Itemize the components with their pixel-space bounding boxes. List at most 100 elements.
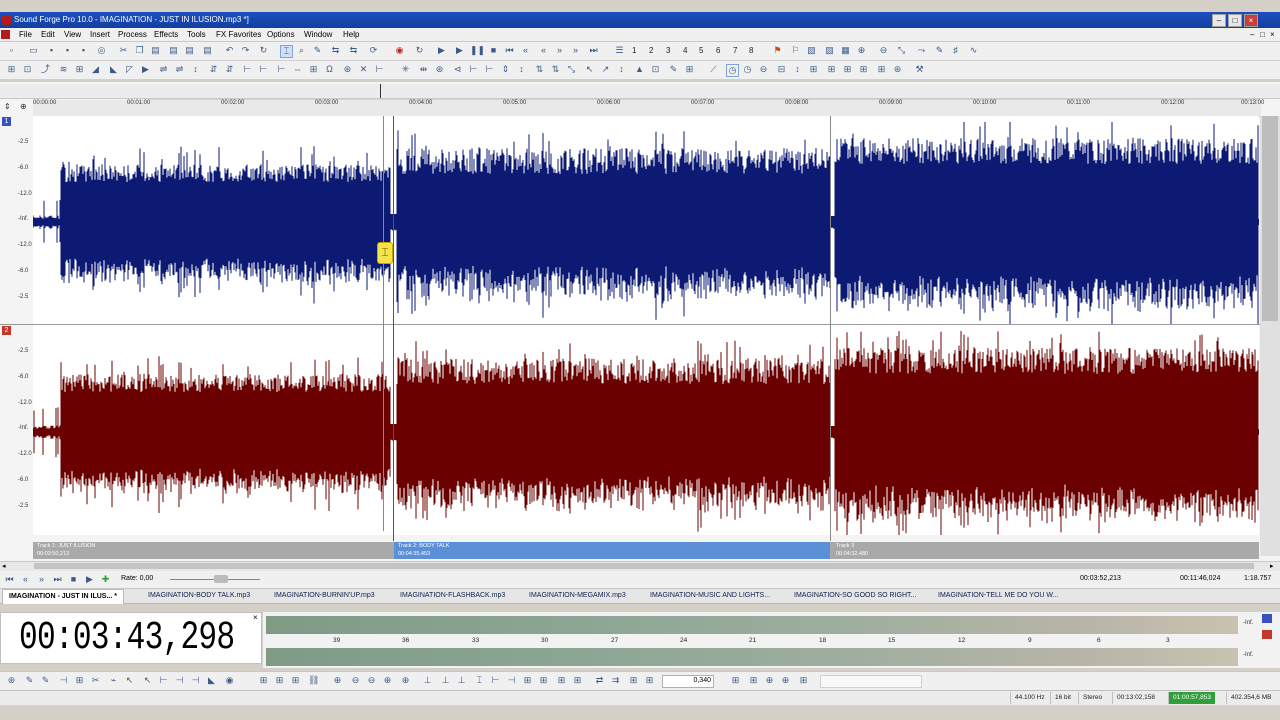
open-icon[interactable]: ⊕ [780,675,791,686]
tab-document[interactable]: IMAGINATION-BURNIN'UP.mp3 [268,589,381,603]
scissors-icon[interactable]: ✂ [90,675,101,686]
regions-bar[interactable]: Track 1: JUST ILUSION 00:03:50,213 Track… [33,542,1259,559]
selection-icon[interactable]: ▧ [806,45,817,56]
mix-icon[interactable]: ▤ [168,45,179,56]
scrub-icon[interactable]: ✚ [100,574,111,585]
pause-icon[interactable]: ❚❚ [470,45,485,56]
shift-icon[interactable]: ⇉ [610,675,621,686]
zoom-out-icon[interactable]: ⊖ [878,45,889,56]
tab-document[interactable]: IMAGINATION-MUSIC AND LIGHTS... [644,589,776,603]
insert-cursor-icon[interactable]: ⌶ [474,675,485,686]
time-icon[interactable]: ◷ [726,64,739,77]
refresh-icon[interactable]: ⟳ [368,45,379,56]
menu-effects[interactable]: Effects [154,29,178,40]
render-icon[interactable]: ◎ [96,45,107,56]
vertical-zoom-icon[interactable]: ↕ [792,64,803,75]
channel-1-badge[interactable]: 1 [2,117,11,126]
play-all-icon[interactable]: ▶ [436,45,447,56]
marker-7-button[interactable]: 7 [733,45,737,56]
zoom-value-field[interactable]: 0,340 [662,675,714,688]
play-icon[interactable]: ▶ [84,574,95,585]
preview-icon[interactable]: ⊕ [764,675,775,686]
crop-icon[interactable]: ▤ [184,45,195,56]
scroll-left-icon[interactable]: ◂ [2,562,6,570]
regions-list-icon[interactable]: ☰ [614,45,625,56]
time-ruler[interactable]: 00:00:00 00:01:00 00:02:00 00:03:00 00:0… [33,100,1264,117]
channel-2-badge[interactable]: 2 [2,326,11,335]
arrow-icon[interactable]: ↖ [124,675,135,686]
menu-close-doc[interactable]: × [1270,29,1275,40]
info-icon[interactable]: ◉ [224,675,235,686]
cursor-icon[interactable]: ↖ [142,675,153,686]
vertical-scroll-thumb[interactable] [1262,116,1278,321]
copy-icon[interactable]: ❐ [134,45,145,56]
stop-icon[interactable]: ■ [68,574,79,585]
menu-tools[interactable]: Tools [187,29,206,40]
open-icon[interactable]: ▭ [28,45,39,56]
brush-icon[interactable]: ✎ [668,64,679,75]
settings-icon[interactable]: ⊛ [892,64,903,75]
envelope-icon[interactable]: ✳ [400,64,411,75]
normalize-icon[interactable]: ⊡ [22,64,33,75]
close-time-display-icon[interactable]: × [253,613,258,622]
overview-bar[interactable] [0,84,1280,99]
filter-icon[interactable]: ↕ [616,64,627,75]
marker-4-button[interactable]: 4 [683,45,687,56]
grid-icon[interactable]: ▦ [840,45,851,56]
lock-icon[interactable]: ⊞ [290,675,301,686]
save-as-icon[interactable]: ▪ [62,45,73,56]
gapper-icon[interactable]: ⊛ [434,64,445,75]
new-file-icon[interactable]: ▫ [6,45,17,56]
region-track-1[interactable]: Track 1: JUST ILUSION 00:03:50,213 [33,542,391,559]
distortion-icon[interactable]: ✕ [358,64,369,75]
forward-fast-icon[interactable]: » [570,45,581,56]
channel-converter-icon[interactable]: ⇔ [292,64,303,75]
zoom-in-icon[interactable]: ⊕ [856,45,867,56]
adjust-icon[interactable]: ⊣ [190,675,201,686]
invert-icon[interactable]: ⇌ [158,64,169,75]
pitch-shift-icon[interactable]: ⊢ [484,64,495,75]
column-icon[interactable]: ⊞ [808,64,819,75]
reverse-icon[interactable]: ⇵ [208,64,219,75]
tab-document[interactable]: IMAGINATION-TELL ME DO YOU W... [932,589,1064,603]
repeat-icon[interactable]: ↻ [258,45,269,56]
ruler-icon[interactable]: ⊟ [776,64,787,75]
marker-1-button[interactable]: 1 [632,45,636,56]
settings-icon[interactable]: ⊞ [798,675,809,686]
go-end-icon[interactable]: ⏭ [588,45,599,56]
pan-icon[interactable]: ↕ [190,64,201,75]
marker-3-button[interactable]: 3 [666,45,670,56]
magnify-tool-icon[interactable]: ⌕ [296,45,307,56]
vertical-split-icon[interactable]: ⊢ [158,675,169,686]
menu-process[interactable]: Process [118,29,147,40]
redo-icon[interactable]: ↷ [240,45,251,56]
status-channels[interactable]: Stereo [1078,692,1106,704]
zoom-out-icon[interactable]: ⊖ [350,675,361,686]
plugin-chainer-icon[interactable]: ⊞ [684,64,695,75]
cut-icon[interactable]: ✂ [118,45,129,56]
menu-edit[interactable]: Edit [41,29,55,40]
menu-help[interactable]: Help [343,29,359,40]
marker-5-button[interactable]: 5 [699,45,703,56]
zoom-normal-icon[interactable]: ⤡ [896,45,907,56]
go-end-icon[interactable]: ⏭ [52,574,63,585]
wave-hammer-icon[interactable]: ⇅ [534,64,545,75]
eq-icon[interactable]: ≋ [58,64,69,75]
group-icon[interactable]: ⊞ [258,675,269,686]
marker-6-button[interactable]: 6 [716,45,720,56]
status-sample-rate[interactable]: 44.100 Hz [1010,692,1049,704]
pitch-bend-icon[interactable]: ⊢ [468,64,479,75]
delay-icon[interactable]: ⊛ [342,64,353,75]
envelope-icon[interactable]: ⌁ [108,675,119,686]
tab-document[interactable]: IMAGINATION-SO GOOD SO RIGHT... [788,589,922,603]
line-icon[interactable]: ⟋ [708,64,719,75]
link-icon[interactable]: ⛓ [308,675,319,686]
minimize-button[interactable]: – [1212,14,1226,27]
pencil-tool-icon[interactable]: ✎ [312,45,323,56]
menu-fx-favorites[interactable]: FX Favorites [216,29,261,40]
dynamics-icon[interactable]: ⊢ [374,64,385,75]
marker-center-icon[interactable]: ⊥ [456,675,467,686]
zoom-selection-icon[interactable]: ⊖ [366,675,377,686]
clock-icon[interactable]: ◷ [742,64,753,75]
snap-icon[interactable]: ▧ [824,45,835,56]
